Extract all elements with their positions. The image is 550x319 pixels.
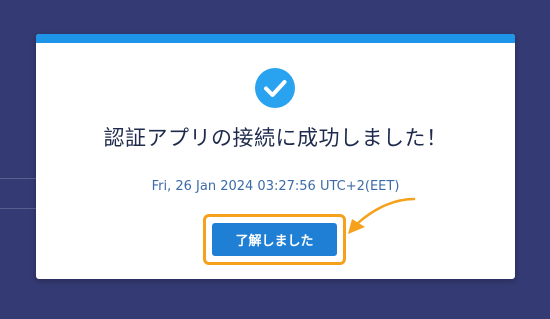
background-panel-edge: [0, 178, 36, 209]
ok-button[interactable]: 了解しました: [212, 223, 337, 256]
dialog-title: 認証アプリの接続に成功しました！: [103, 126, 448, 150]
pointer-arrow-icon: [348, 197, 416, 234]
connection-timestamp: Fri, 26 Jan 2024 03:27:56 UTC+2(EET): [151, 179, 400, 194]
check-circle-icon: [255, 68, 295, 108]
success-dialog: 認証アプリの接続に成功しました！ Fri, 26 Jan 2024 03:27:…: [36, 34, 515, 279]
dialog-accent-bar: [36, 34, 515, 43]
